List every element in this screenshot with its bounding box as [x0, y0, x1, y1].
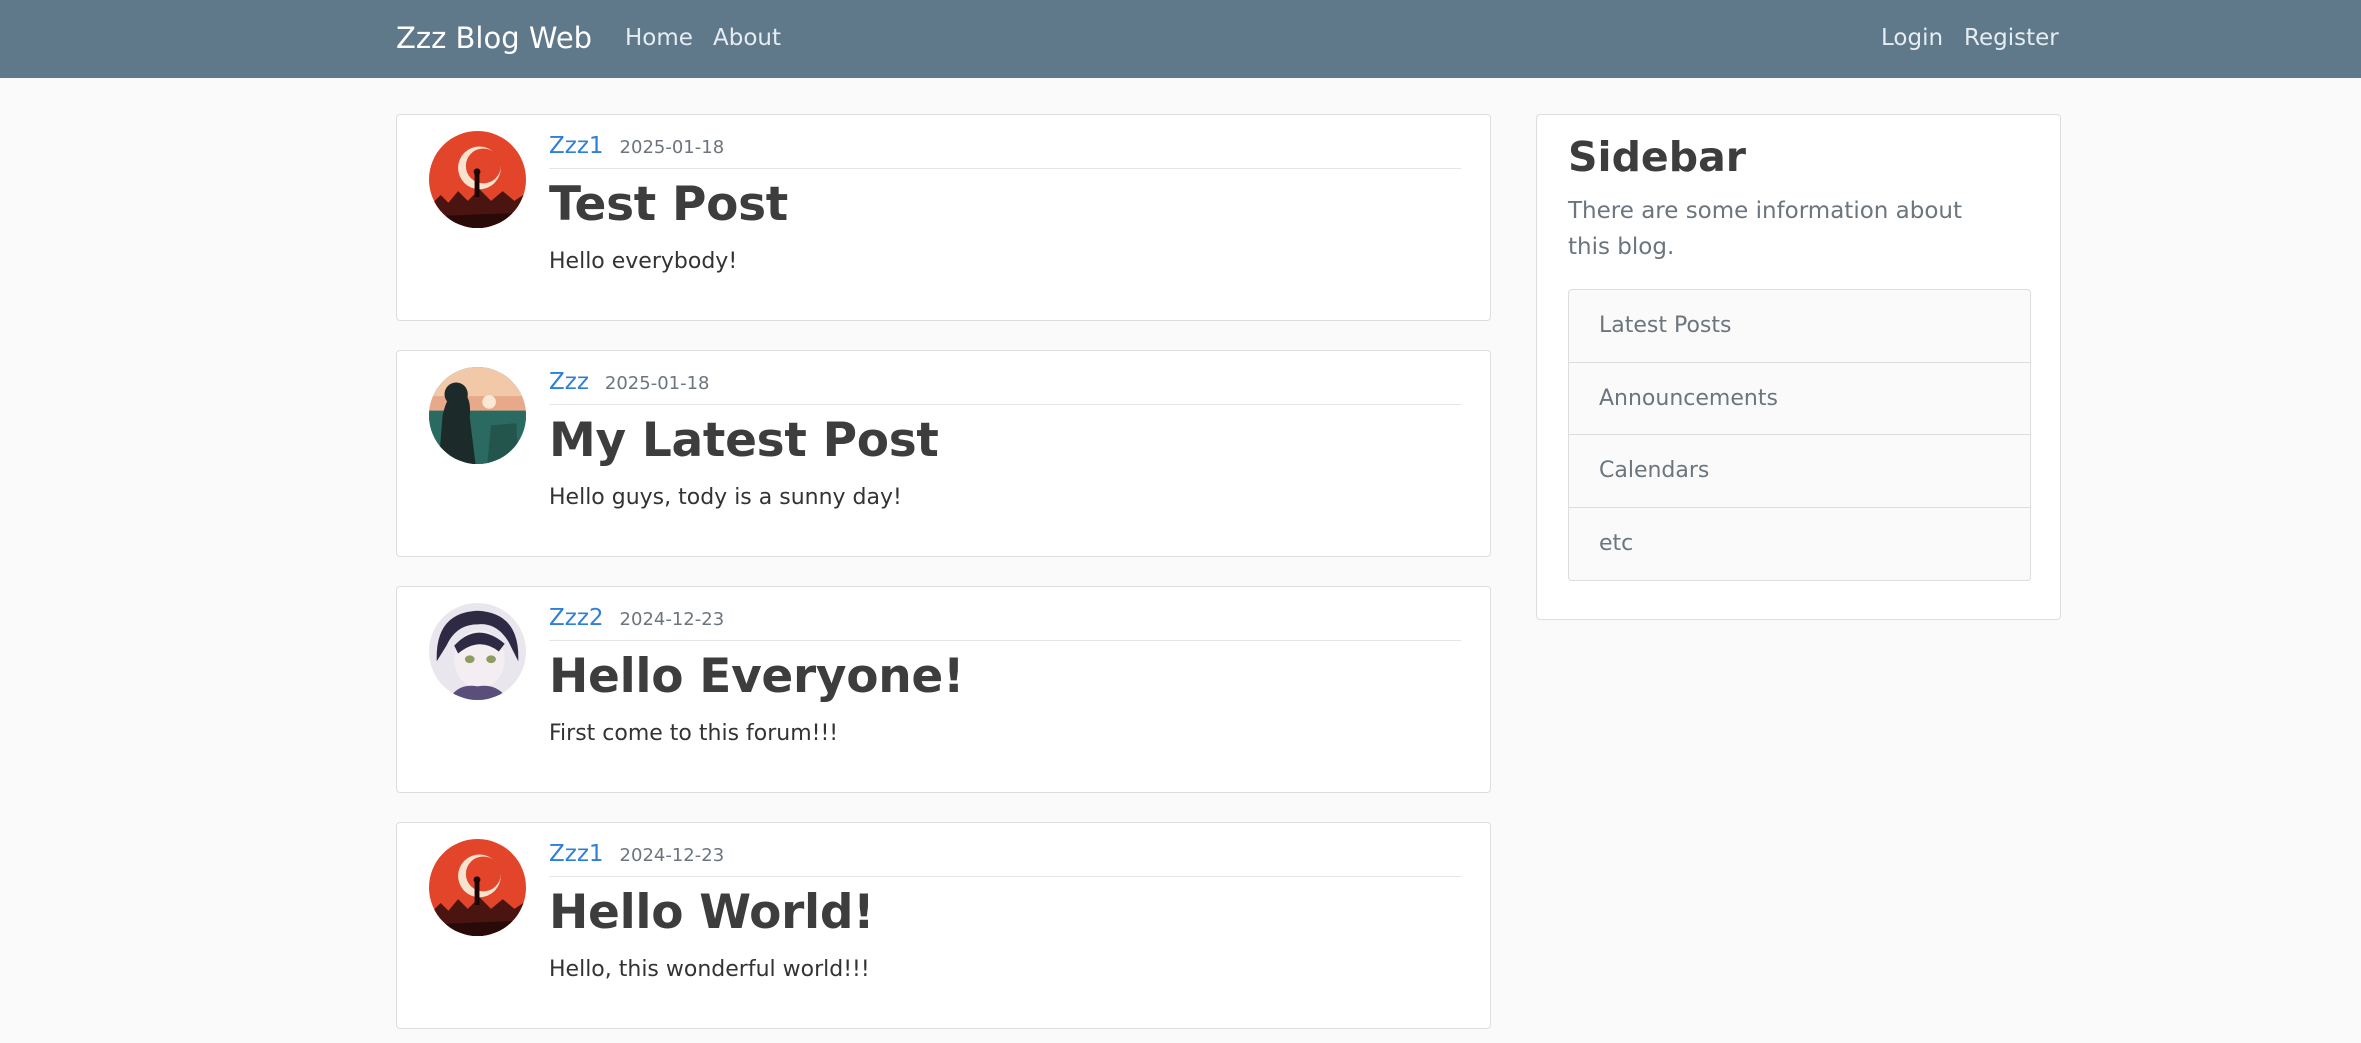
- post-content: Hello, this wonderful world!!!: [549, 957, 870, 982]
- post-card: Zzz1 2024-12-23 Hello World! Hello, this …: [396, 822, 1491, 1029]
- post-title-link[interactable]: My Latest Post: [549, 413, 939, 468]
- post-title-link[interactable]: Test Post: [549, 177, 788, 232]
- post-meta: Zzz 2025-01-18: [549, 369, 1461, 405]
- post-content: First come to this forum!!!: [549, 721, 839, 746]
- sidebar-item-latest-posts[interactable]: Latest Posts: [1569, 290, 2030, 363]
- sidebar-title: Sidebar: [1568, 133, 1746, 181]
- nav-login-link[interactable]: Login: [1881, 0, 1943, 76]
- sidebar-list: Latest Posts Announcements Calendars etc: [1568, 289, 2031, 581]
- post-meta: Zzz1 2025-01-18: [549, 133, 1461, 169]
- nav-about-link[interactable]: About: [713, 0, 781, 76]
- red-moon-avatar-icon[interactable]: [429, 839, 526, 936]
- post-meta: Zzz1 2024-12-23: [549, 841, 1461, 877]
- sidebar: Sidebar There are some information about…: [1536, 114, 2061, 620]
- teal-sunset-avatar-icon[interactable]: [429, 367, 526, 464]
- post-author-link[interactable]: Zzz1: [549, 133, 604, 159]
- post-card: Zzz1 2025-01-18 Test Post Hello everybody…: [396, 114, 1491, 321]
- post-content: Hello everybody!: [549, 249, 738, 274]
- post-meta: Zzz2 2024-12-23: [549, 605, 1461, 641]
- nav-register-link[interactable]: Register: [1964, 0, 2059, 76]
- sidebar-description: There are some information about this bl…: [1568, 198, 1963, 260]
- post-title-link[interactable]: Hello Everyone!: [549, 649, 964, 704]
- post-date: 2024-12-23: [619, 609, 725, 630]
- post-card: Zzz2 2024-12-23 Hello Everyone! First com…: [396, 586, 1491, 793]
- sidebar-item-etc[interactable]: etc: [1569, 508, 2030, 581]
- nav-home-link[interactable]: Home: [625, 0, 693, 76]
- post-title-link[interactable]: Hello World!: [549, 885, 875, 940]
- red-moon-avatar-icon[interactable]: [429, 131, 526, 228]
- sidebar-item-announcements[interactable]: Announcements: [1569, 363, 2030, 435]
- post-date: 2025-01-18: [604, 373, 710, 394]
- post-card: Zzz 2025-01-18 My Latest Post Hello guys,…: [396, 350, 1491, 557]
- post-author-link[interactable]: Zzz: [549, 369, 589, 395]
- navbar: Zzz Blog Web Home About Login Register: [0, 0, 2361, 78]
- post-content: Hello guys, tody is a sunny day!: [549, 485, 902, 510]
- brand-link[interactable]: Zzz Blog Web: [396, 0, 592, 76]
- post-date: 2025-01-18: [619, 137, 725, 158]
- post-author-link[interactable]: Zzz2: [549, 605, 604, 631]
- anime-girl-avatar-icon[interactable]: [429, 603, 526, 700]
- post-date: 2024-12-23: [619, 845, 725, 866]
- post-author-link[interactable]: Zzz1: [549, 841, 604, 867]
- sidebar-item-calendars[interactable]: Calendars: [1569, 435, 2030, 508]
